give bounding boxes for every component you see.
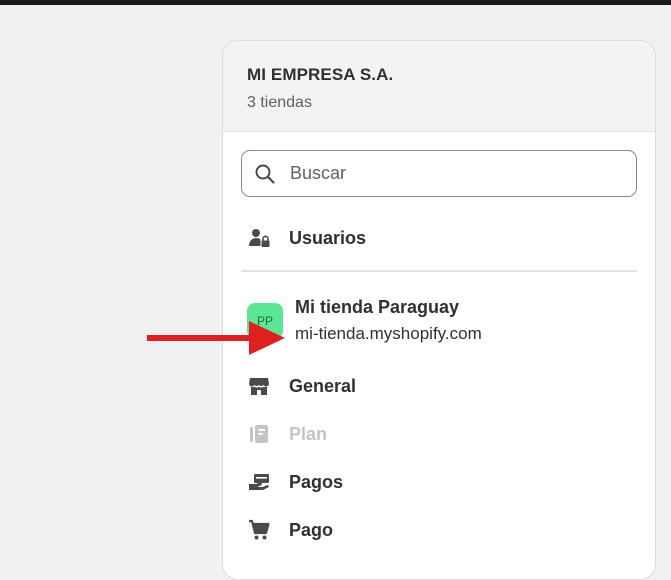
organization-header: MI EMPRESA S.A. 3 tiendas <box>223 41 655 132</box>
top-bar <box>0 0 671 5</box>
payments-icon <box>247 470 271 494</box>
organization-name: MI EMPRESA S.A. <box>247 65 394 84</box>
store-count: 3 tiendas <box>247 94 312 111</box>
users-label: Usuarios <box>289 227 367 248</box>
menu-item-pagos[interactable]: Pagos <box>247 470 343 494</box>
store-icon <box>247 374 271 398</box>
menu-item-pago[interactable]: Pago <box>247 518 333 542</box>
menu-item-general[interactable]: General <box>247 374 356 398</box>
menu-label-pago: Pago <box>289 519 334 540</box>
menu-item-plan: Plan <box>247 422 327 446</box>
menu-label-general: General <box>289 375 357 396</box>
users-lock-icon <box>247 226 271 250</box>
store-switcher-panel: MI EMPRESA S.A. 3 tiendas Buscar Usuario… <box>222 40 656 580</box>
store-url: mi-tienda.myshopify.com <box>295 324 482 343</box>
menu-label-plan: Plan <box>289 423 328 444</box>
cart-icon <box>247 518 271 542</box>
divider <box>241 270 637 272</box>
search-placeholder: Buscar <box>290 163 347 183</box>
plan-icon <box>247 422 271 446</box>
store-name: Mi tienda Paraguay <box>295 297 460 317</box>
users-item[interactable]: Usuarios <box>247 226 366 250</box>
menu-label-pagos: Pagos <box>289 471 344 492</box>
search-input[interactable]: Buscar <box>241 150 637 197</box>
search-icon <box>255 164 275 184</box>
red-arrow-icon <box>147 321 285 355</box>
